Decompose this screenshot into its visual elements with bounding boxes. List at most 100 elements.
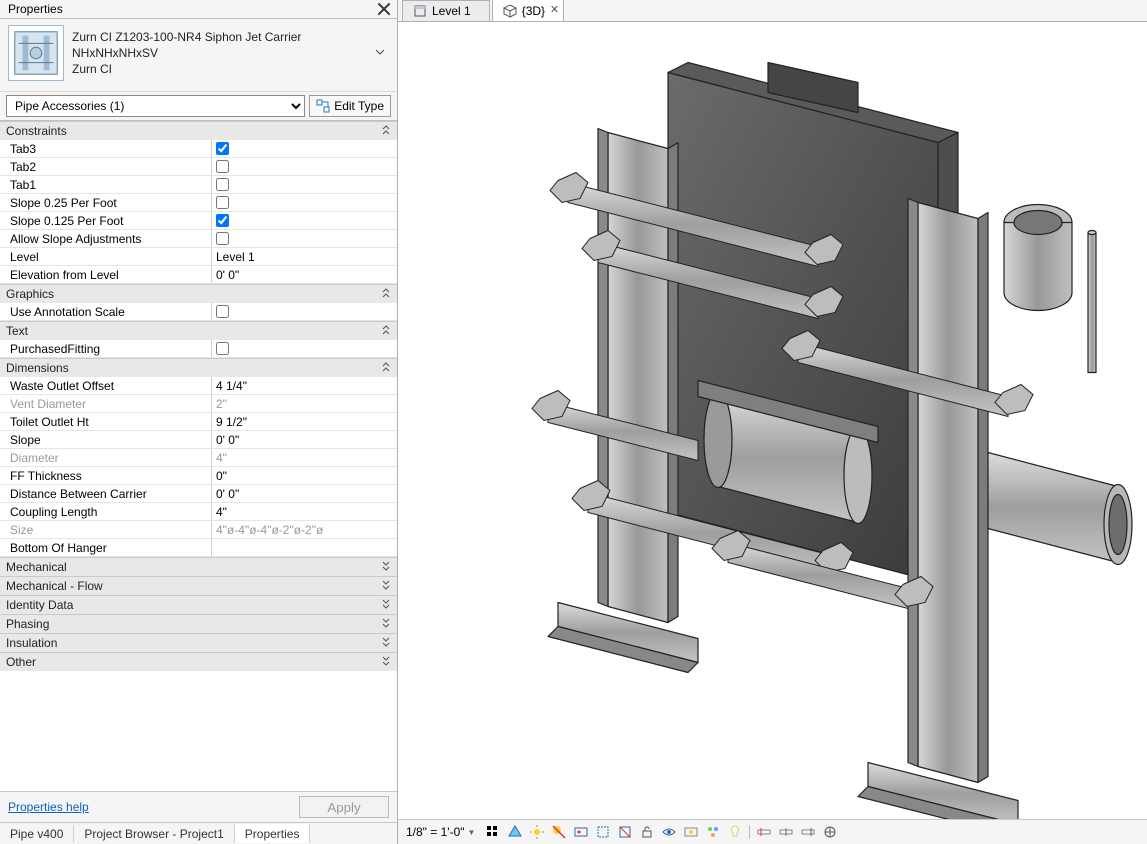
group-header[interactable]: Mechanical - Flow — [0, 576, 397, 595]
crop-visible-icon[interactable] — [617, 824, 633, 840]
family-selector[interactable]: Zurn CI Z1203-100-NR4 Siphon Jet Carrier… — [0, 19, 397, 92]
group-title: Mechanical - Flow — [6, 579, 381, 593]
close-icon[interactable]: ✕ — [550, 3, 559, 16]
property-checkbox[interactable] — [216, 305, 229, 318]
group-header[interactable]: Text — [0, 321, 397, 340]
property-row[interactable]: Use Annotation Scale — [0, 303, 397, 321]
property-value[interactable] — [212, 140, 397, 157]
constraints2-icon[interactable] — [778, 824, 794, 840]
dock-tab[interactable]: Properties — [235, 824, 311, 843]
property-name: Tab2 — [0, 158, 212, 175]
property-row[interactable]: Tab3 — [0, 140, 397, 158]
view-tab[interactable]: Level 1 — [402, 0, 490, 21]
dock-tab[interactable]: Project Browser - Project1 — [74, 825, 234, 843]
property-row[interactable]: Waste Outlet Offset4 1/4" — [0, 377, 397, 395]
detail-level-icon[interactable] — [485, 824, 501, 840]
properties-list[interactable]: ConstraintsTab3Tab2Tab1Slope 0.25 Per Fo… — [0, 121, 397, 791]
property-row[interactable]: Bottom Of Hanger — [0, 539, 397, 557]
property-row[interactable]: Tab1 — [0, 176, 397, 194]
property-name: Coupling Length — [0, 503, 212, 520]
property-name: Waste Outlet Offset — [0, 377, 212, 394]
property-value[interactable]: 4" — [212, 449, 397, 466]
property-checkbox[interactable] — [216, 160, 229, 173]
property-row[interactable]: Slope 0.25 Per Foot — [0, 194, 397, 212]
chevron-up-icon — [381, 362, 391, 375]
property-row[interactable]: LevelLevel 1 — [0, 248, 397, 266]
view-scale[interactable]: 1/8" = 1'-0" ▼ — [406, 825, 479, 839]
property-value[interactable]: Level 1 — [212, 248, 397, 265]
chevron-down-icon — [381, 656, 391, 669]
group-header[interactable]: Other — [0, 652, 397, 671]
properties-help-link[interactable]: Properties help — [8, 800, 291, 814]
property-row[interactable]: Allow Slope Adjustments — [0, 230, 397, 248]
property-value[interactable] — [212, 539, 397, 556]
visual-style-icon[interactable] — [507, 824, 523, 840]
property-value[interactable] — [212, 194, 397, 211]
chevron-down-icon[interactable] — [375, 45, 389, 62]
property-checkbox[interactable] — [216, 178, 229, 191]
unlock-icon[interactable] — [639, 824, 655, 840]
group-header[interactable]: Phasing — [0, 614, 397, 633]
property-value[interactable] — [212, 230, 397, 247]
property-value[interactable] — [212, 158, 397, 175]
view-tab[interactable]: {3D}✕ — [492, 0, 564, 21]
property-value[interactable] — [212, 212, 397, 229]
property-row[interactable]: Slope0' 0" — [0, 431, 397, 449]
property-name: Diameter — [0, 449, 212, 466]
group-header[interactable]: Constraints — [0, 121, 397, 140]
lightbulb-icon[interactable] — [727, 824, 743, 840]
property-value[interactable] — [212, 176, 397, 193]
property-value[interactable]: 0" — [212, 467, 397, 484]
property-value[interactable] — [212, 340, 397, 357]
property-row[interactable]: Diameter4" — [0, 449, 397, 467]
nav-icon[interactable] — [822, 824, 838, 840]
property-value[interactable]: 4"ø-4"ø-4"ø-2"ø-2"ø — [212, 521, 397, 538]
property-checkbox[interactable] — [216, 196, 229, 209]
edit-type-button[interactable]: Edit Type — [309, 95, 391, 117]
property-value[interactable]: 4" — [212, 503, 397, 520]
property-row[interactable]: Distance Between Carrier0' 0" — [0, 485, 397, 503]
group-header[interactable]: Dimensions — [0, 358, 397, 377]
property-value[interactable]: 9 1/2" — [212, 413, 397, 430]
shadows-icon[interactable] — [551, 824, 567, 840]
sun-path-icon[interactable] — [529, 824, 545, 840]
property-checkbox[interactable] — [216, 214, 229, 227]
group-header[interactable]: Graphics — [0, 284, 397, 303]
group-title: Text — [6, 324, 381, 338]
category-selector[interactable]: Pipe Accessories (1) — [6, 95, 305, 117]
property-row[interactable]: Coupling Length4" — [0, 503, 397, 521]
group-header[interactable]: Identity Data — [0, 595, 397, 614]
group-header[interactable]: Mechanical — [0, 557, 397, 576]
viewport-3d[interactable] — [398, 22, 1147, 820]
property-row[interactable]: Tab2 — [0, 158, 397, 176]
worksharing-icon[interactable] — [705, 824, 721, 840]
property-value[interactable]: 2" — [212, 395, 397, 412]
property-row[interactable]: Vent Diameter2" — [0, 395, 397, 413]
property-value[interactable]: 4 1/4" — [212, 377, 397, 394]
property-value[interactable]: 0' 0" — [212, 266, 397, 283]
property-checkbox[interactable] — [216, 142, 229, 155]
family-type-name: NHxNHxNHxSV — [72, 45, 367, 61]
property-row[interactable]: Elevation from Level0' 0" — [0, 266, 397, 284]
property-row[interactable]: FF Thickness0" — [0, 467, 397, 485]
reveal-hidden-icon[interactable] — [683, 824, 699, 840]
property-row[interactable]: Toilet Outlet Ht9 1/2" — [0, 413, 397, 431]
apply-button[interactable]: Apply — [299, 796, 389, 818]
constraints1-icon[interactable] — [756, 824, 772, 840]
dock-tab[interactable]: Pipe v400 — [0, 825, 74, 843]
property-row[interactable]: PurchasedFitting — [0, 340, 397, 358]
property-row[interactable]: Slope 0.125 Per Foot — [0, 212, 397, 230]
property-value[interactable]: 0' 0" — [212, 485, 397, 502]
property-checkbox[interactable] — [216, 232, 229, 245]
property-checkbox[interactable] — [216, 342, 229, 355]
close-icon[interactable] — [377, 2, 391, 16]
render-icon[interactable] — [573, 824, 589, 840]
group-header[interactable]: Insulation — [0, 633, 397, 652]
constraints3-icon[interactable] — [800, 824, 816, 840]
property-value[interactable] — [212, 303, 397, 320]
property-value[interactable]: 0' 0" — [212, 431, 397, 448]
crop-region-icon[interactable] — [595, 824, 611, 840]
properties-panel-header: Properties — [0, 0, 397, 19]
temporary-hide-icon[interactable] — [661, 824, 677, 840]
property-row[interactable]: Size4"ø-4"ø-4"ø-2"ø-2"ø — [0, 521, 397, 539]
